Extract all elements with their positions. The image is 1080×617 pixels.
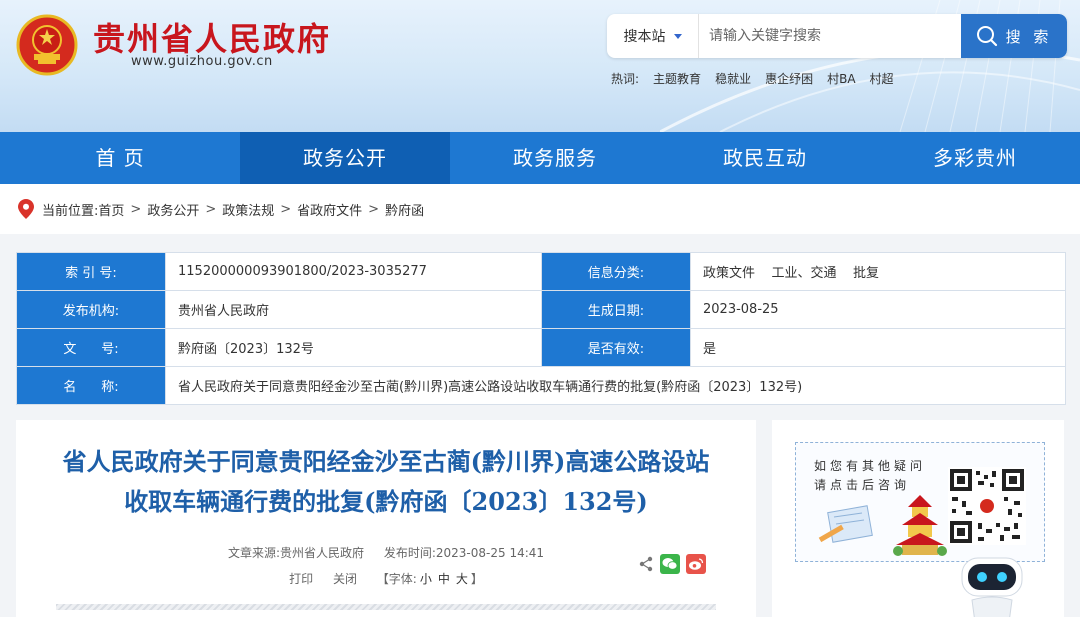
table-row: 发布机构: 贵州省人民政府 生成日期: 2023-08-25 [16, 290, 1066, 329]
breadcrumb-item[interactable]: 黔府函 [385, 200, 424, 219]
breadcrumb-separator: > [280, 201, 292, 217]
info-value-docno: 黔府函〔2023〕132号 [165, 328, 542, 367]
search-button[interactable]: 搜 索 [961, 14, 1067, 58]
close-link[interactable]: 关闭 [333, 572, 357, 586]
nav-item-colorful-guizhou[interactable]: 多彩贵州 [870, 132, 1080, 184]
breadcrumb-separator: > [368, 201, 380, 217]
search-box: 搜本站 搜 索 [607, 14, 1067, 58]
national-emblem-icon [16, 14, 78, 76]
article-source: 文章来源:贵州省人民政府 [227, 546, 365, 560]
site-url: www.guizhou.gov.cn [131, 54, 273, 69]
info-value-name: 省人民政府关于同意贵阳经金沙至古蔺(黔川界)高速公路设站收取车辆通行费的批复(黔… [165, 366, 1066, 405]
share-icon[interactable] [638, 556, 654, 572]
search-input[interactable] [699, 14, 961, 58]
hot-word[interactable]: 村BA [827, 70, 855, 87]
divider [56, 604, 716, 610]
hot-word[interactable]: 惠企纾困 [765, 70, 813, 87]
assistant-robot-icon[interactable] [958, 550, 1026, 617]
search-icon [976, 26, 997, 47]
hot-words: 热词: 主题教育 稳就业 惠企纾困 村BA 村超 [611, 70, 894, 87]
article-panel: 省人民政府关于同意贵阳经金沙至古蔺(黔川界)高速公路设站收取车辆通行费的批复(黔… [16, 420, 756, 617]
table-row: 名 称: 省人民政府关于同意贵阳经金沙至古蔺(黔川界)高速公路设站收取车辆通行费… [16, 366, 1066, 405]
breadcrumb-label: 当前位置: [42, 203, 99, 219]
info-key-date: 生成日期: [541, 290, 691, 329]
print-link[interactable]: 打印 [289, 572, 313, 586]
chevron-down-icon [673, 33, 682, 39]
hot-word[interactable]: 村超 [870, 70, 894, 87]
nav-item-government-affairs[interactable]: 政务公开 [240, 132, 450, 184]
breadcrumb-item[interactable]: 首页 [98, 200, 124, 219]
font-large-button[interactable]: 大 [456, 572, 468, 586]
info-value-category: 政策文件 工业、交通 批复 [690, 252, 1066, 291]
info-value-index: 115200000093901800/2023-3035277 [165, 252, 542, 291]
search-scope-select[interactable]: 搜本站 [607, 14, 699, 58]
location-pin-icon [18, 199, 34, 219]
search-button-label: 搜 索 [1005, 27, 1053, 46]
table-row: 文 号: 黔府函〔2023〕132号 是否有效: 是 [16, 328, 1066, 367]
qr-code-icon [948, 467, 1026, 545]
font-medium-button[interactable]: 中 [438, 572, 450, 586]
info-key-index: 索 引 号: [16, 252, 166, 291]
breadcrumb-item[interactable]: 政务公开 [147, 200, 199, 219]
document-info-table: 索 引 号: 115200000093901800/2023-3035277 信… [16, 252, 1066, 405]
table-row: 索 引 号: 115200000093901800/2023-3035277 信… [16, 252, 1066, 291]
font-size-suffix: 】 [470, 572, 483, 586]
breadcrumb-item[interactable]: 省政府文件 [297, 200, 362, 219]
info-key-docno: 文 号: [16, 328, 166, 367]
document-pen-icon [818, 505, 873, 543]
breadcrumb: 当前位置: 首页 > 政务公开 > 政策法规 > 省政府文件 > 黔府函 [0, 184, 1080, 234]
nav-item-interaction[interactable]: 政民互动 [660, 132, 870, 184]
wechat-share-button[interactable] [660, 554, 680, 574]
breadcrumb-separator: > [130, 201, 142, 217]
font-size-prefix: 【字体: [376, 572, 417, 586]
info-key-category: 信息分类: [541, 252, 691, 291]
nav-item-services[interactable]: 政务服务 [450, 132, 660, 184]
info-value-valid: 是 [690, 328, 1066, 367]
hot-word[interactable]: 稳就业 [715, 70, 751, 87]
wechat-icon [662, 558, 678, 570]
breadcrumb-separator: > [205, 201, 217, 217]
search-scope-label: 搜本站 [623, 29, 666, 45]
share-buttons [638, 554, 706, 574]
consult-text: 如您有其他疑问 请点击后咨询 [814, 457, 926, 495]
hot-word[interactable]: 主题教育 [653, 70, 701, 87]
nav-item-home[interactable]: 首 页 [0, 132, 240, 184]
article-title: 省人民政府关于同意贵阳经金沙至古蔺(黔川界)高速公路设站收取车辆通行费的批复(黔… [62, 447, 710, 516]
info-value-publisher: 贵州省人民政府 [165, 290, 542, 329]
consult-text-line: 如您有其他疑问 [814, 459, 927, 473]
article-time: 发布时间:2023-08-25 14:41 [383, 546, 545, 560]
info-key-valid: 是否有效: [541, 328, 691, 367]
breadcrumb-item[interactable]: 政策法规 [222, 200, 274, 219]
info-key-publisher: 发布机构: [16, 290, 166, 329]
main-nav: 首 页 政务公开 政务服务 政民互动 多彩贵州 [0, 132, 1080, 184]
side-panel: 如您有其他疑问 请点击后咨询 [772, 420, 1064, 617]
font-size-control: 【字体: 小中大】 [377, 572, 483, 586]
font-small-button[interactable]: 小 [420, 572, 432, 586]
consult-banner[interactable]: 如您有其他疑问 请点击后咨询 [795, 442, 1045, 562]
pagoda-icon [893, 495, 947, 556]
site-header: 贵州省人民政府 www.guizhou.gov.cn 搜本站 搜 索 热词: 主… [0, 0, 1080, 132]
weibo-share-button[interactable] [686, 554, 706, 574]
info-key-name: 名 称: [16, 366, 166, 405]
hot-words-label: 热词: [611, 72, 640, 86]
info-value-date: 2023-08-25 [690, 290, 1066, 329]
weibo-icon [689, 558, 704, 570]
